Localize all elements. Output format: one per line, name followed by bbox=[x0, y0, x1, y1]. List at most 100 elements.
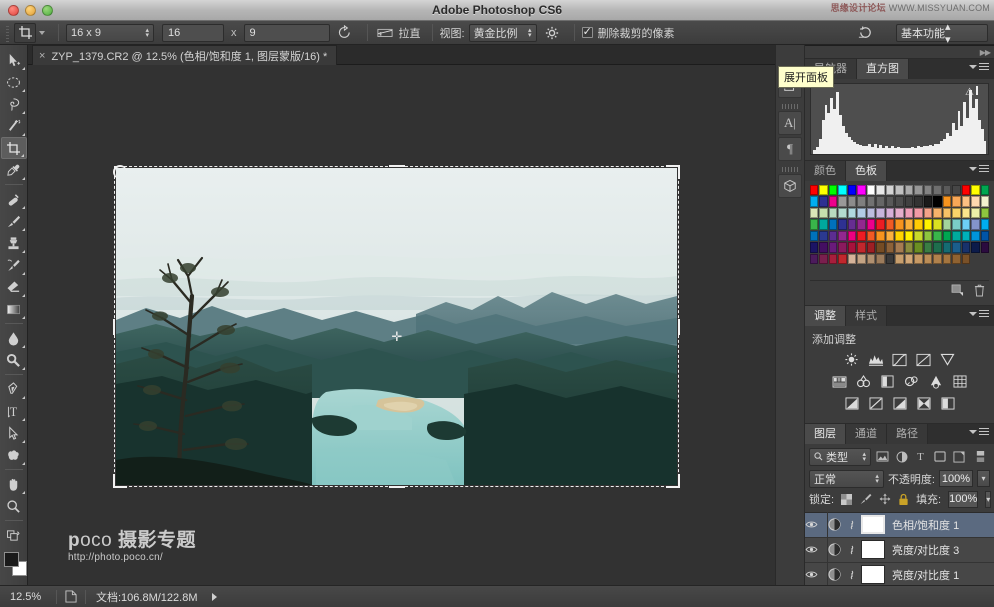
eyedropper-tool[interactable] bbox=[1, 159, 27, 181]
channel-mixer-icon[interactable] bbox=[927, 374, 945, 390]
color-swatch[interactable] bbox=[980, 230, 989, 242]
color-swatch[interactable] bbox=[942, 207, 952, 219]
exposure-icon[interactable] bbox=[915, 352, 933, 368]
hand-tool[interactable] bbox=[1, 473, 27, 495]
color-swatch[interactable] bbox=[961, 230, 971, 242]
color-swatch[interactable] bbox=[876, 219, 885, 230]
move-tool[interactable] bbox=[1, 49, 27, 71]
filter-shape-icon[interactable] bbox=[932, 449, 947, 464]
crop-selection[interactable]: ✛ bbox=[113, 165, 680, 488]
brightness-contrast-icon[interactable] bbox=[843, 352, 861, 368]
shape-tool[interactable] bbox=[1, 444, 27, 466]
color-swatch[interactable] bbox=[810, 219, 819, 230]
edit-toolbar-button[interactable] bbox=[1, 524, 27, 546]
color-swatch[interactable] bbox=[866, 185, 876, 196]
color-swatch[interactable] bbox=[895, 207, 904, 219]
color-swatch[interactable] bbox=[895, 253, 904, 265]
document-tab[interactable]: × ZYP_1379.CR2 @ 12.5% (色相/饱和度 1, 图层蒙版/1… bbox=[32, 45, 338, 65]
color-swatch[interactable] bbox=[838, 196, 847, 207]
color-swatch[interactable] bbox=[923, 185, 933, 196]
color-swatch[interactable] bbox=[810, 207, 819, 219]
color-swatch[interactable] bbox=[904, 207, 914, 219]
lock-position-icon[interactable] bbox=[879, 492, 891, 507]
curves-icon[interactable] bbox=[891, 352, 909, 368]
color-swatch[interactable] bbox=[980, 219, 989, 230]
color-swatch[interactable] bbox=[810, 242, 819, 253]
layer-mask-thumbnail[interactable] bbox=[861, 540, 885, 560]
play-arrow-icon[interactable] bbox=[211, 592, 217, 601]
color-swatch[interactable] bbox=[952, 230, 961, 242]
color-swatch[interactable] bbox=[847, 207, 857, 219]
color-swatch[interactable] bbox=[819, 242, 828, 253]
color-swatch[interactable] bbox=[904, 185, 914, 196]
eye-icon[interactable] bbox=[805, 520, 827, 529]
color-swatch[interactable] bbox=[961, 207, 971, 219]
color-swatch[interactable] bbox=[828, 185, 838, 196]
color-swatch[interactable] bbox=[876, 242, 885, 253]
color-swatch[interactable] bbox=[876, 230, 885, 242]
document-icon[interactable] bbox=[57, 590, 85, 603]
color-swatch[interactable] bbox=[819, 230, 828, 242]
color-swatch[interactable] bbox=[942, 230, 952, 242]
crop-overlay-view-select[interactable]: 黄金比例 ▴ ▾ bbox=[468, 23, 537, 42]
foreground-color-swatch[interactable] bbox=[4, 552, 19, 567]
crop-width-input[interactable]: 16 bbox=[162, 23, 224, 42]
color-swatch[interactable] bbox=[885, 196, 895, 207]
hue-saturation-icon[interactable] bbox=[831, 374, 849, 390]
paragraph-panel-icon[interactable]: ¶ bbox=[778, 137, 802, 161]
tool-preset-chevron-down-icon[interactable] bbox=[39, 30, 45, 35]
blend-mode-select[interactable]: 正常 ▴ ▾ bbox=[809, 469, 884, 488]
color-swatch[interactable] bbox=[866, 219, 876, 230]
trash-icon[interactable] bbox=[974, 284, 985, 297]
adjustment-thumbnail[interactable] bbox=[828, 568, 848, 581]
color-swatch[interactable] bbox=[885, 207, 895, 219]
color-swatch[interactable] bbox=[885, 230, 895, 242]
color-swatch[interactable] bbox=[971, 196, 980, 207]
color-swatch[interactable] bbox=[942, 253, 952, 265]
color-swatch[interactable] bbox=[923, 219, 933, 230]
black-white-icon[interactable] bbox=[879, 374, 897, 390]
color-swatch[interactable] bbox=[933, 219, 942, 230]
crop-handle-left-middle[interactable] bbox=[113, 318, 115, 335]
panel-menu-icon[interactable] bbox=[969, 63, 989, 71]
swatch-grid[interactable] bbox=[810, 185, 989, 274]
tab-color[interactable]: 颜色 bbox=[805, 161, 846, 181]
color-swatch[interactable] bbox=[810, 185, 819, 196]
color-swatch[interactable] bbox=[933, 253, 942, 265]
fill-slider-button[interactable]: ▾ bbox=[985, 490, 992, 508]
color-swatch[interactable] bbox=[810, 196, 819, 207]
color-swatch[interactable] bbox=[819, 253, 828, 265]
color-swatch[interactable] bbox=[857, 219, 866, 230]
color-swatch[interactable] bbox=[895, 196, 904, 207]
color-swatch[interactable] bbox=[885, 242, 895, 253]
color-swatch[interactable] bbox=[914, 230, 923, 242]
color-swatch[interactable] bbox=[933, 196, 942, 207]
history-brush-tool[interactable] bbox=[1, 254, 27, 276]
eye-icon[interactable] bbox=[805, 545, 827, 554]
color-swatch[interactable] bbox=[952, 253, 961, 265]
color-swatch[interactable] bbox=[952, 207, 961, 219]
cache-warning-icon[interactable]: ⚠ bbox=[965, 87, 974, 98]
panel-menu-icon[interactable] bbox=[969, 165, 989, 173]
color-swatch[interactable] bbox=[838, 230, 847, 242]
canvas-area[interactable]: ✛ poco 摄影专题 http://photo.poco.cn/ bbox=[28, 65, 775, 585]
color-swatches[interactable] bbox=[0, 550, 28, 580]
filter-pixel-icon[interactable] bbox=[875, 449, 890, 464]
color-swatch[interactable] bbox=[904, 242, 914, 253]
color-swatch[interactable] bbox=[876, 207, 885, 219]
color-swatch[interactable] bbox=[961, 219, 971, 230]
color-swatch[interactable] bbox=[961, 196, 971, 207]
color-swatch[interactable] bbox=[961, 185, 971, 196]
color-lookup-icon[interactable] bbox=[951, 374, 969, 390]
dock-expand-bar[interactable]: ◀◀ ▶▶ bbox=[775, 46, 994, 58]
color-swatch[interactable] bbox=[895, 230, 904, 242]
crop-handle-bottom-middle[interactable] bbox=[388, 486, 405, 488]
straighten-icon[interactable] bbox=[375, 26, 395, 39]
color-swatch[interactable] bbox=[980, 207, 989, 219]
color-swatch[interactable] bbox=[904, 253, 914, 265]
straighten-label[interactable]: 拉直 bbox=[399, 25, 421, 41]
character-panel-icon[interactable]: A| bbox=[778, 111, 802, 135]
eye-icon[interactable] bbox=[805, 570, 827, 579]
blur-tool[interactable] bbox=[1, 327, 27, 349]
color-swatch[interactable] bbox=[847, 185, 857, 196]
